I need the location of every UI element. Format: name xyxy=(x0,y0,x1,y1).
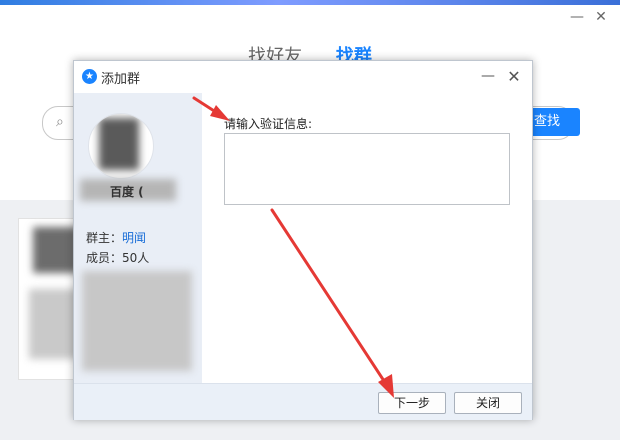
blurred-avatar-image xyxy=(99,118,139,170)
members-count: 50人 xyxy=(122,251,150,265)
verification-input[interactable] xyxy=(224,133,510,205)
window-close-button[interactable]: ✕ xyxy=(592,8,610,26)
dialog-minimize-button[interactable]: — xyxy=(478,67,498,87)
owner-label: 群主： xyxy=(86,231,123,245)
app-logo-icon: ★ xyxy=(82,69,97,84)
dialog-title: 添加群 xyxy=(101,72,141,87)
group-info-panel: 百度 ( 群主：明闻 成员：50人 xyxy=(74,93,202,383)
dialog-close-icon[interactable]: ✕ xyxy=(504,67,524,87)
owner-name-link[interactable]: 明闻 xyxy=(122,231,146,245)
group-members: 成员：50人 xyxy=(86,249,149,266)
group-owner: 群主：明闻 xyxy=(86,229,146,246)
window-accent-bar xyxy=(0,0,620,5)
next-step-button[interactable]: 下一步 xyxy=(378,392,446,414)
blurred-description xyxy=(82,271,192,371)
add-group-dialog: ★ 添加群 — ✕ 百度 ( 群主：明闻 成员：50人 请输入验证信息: 下一步… xyxy=(73,60,533,420)
members-label: 成员： xyxy=(86,251,123,265)
search-icon: ⌕ xyxy=(56,114,64,130)
window-minimize-button[interactable]: — xyxy=(568,8,586,26)
dialog-title-bar: ★ 添加群 — ✕ xyxy=(74,61,532,93)
verification-label: 请输入验证信息: xyxy=(224,117,313,131)
group-avatar xyxy=(88,113,154,179)
group-name: 百度 ( xyxy=(110,185,144,199)
dialog-footer: 下一步 关闭 xyxy=(74,383,532,420)
close-button[interactable]: 关闭 xyxy=(454,392,522,414)
